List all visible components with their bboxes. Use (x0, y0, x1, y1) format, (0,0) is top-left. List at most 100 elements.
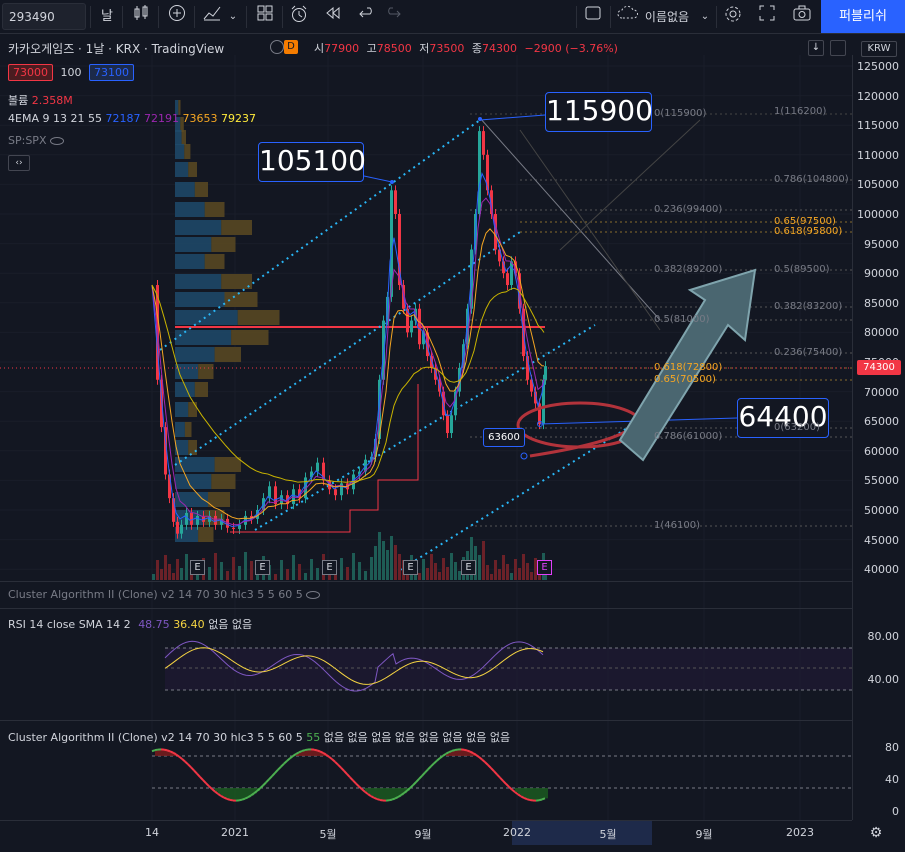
market-status-icon (270, 40, 284, 54)
time-tick-label: 2021 (221, 826, 249, 839)
peak-callout-2[interactable]: 115900 (545, 92, 653, 132)
candles-icon[interactable] (130, 4, 152, 30)
earnings-marker[interactable]: E (461, 560, 476, 575)
rsi-tick-label: 80.00 (867, 630, 900, 643)
anchor-dot (478, 117, 482, 121)
cluster-line-segment (427, 765, 432, 771)
bid-badge[interactable]: 73000 (8, 64, 53, 81)
hide-eye-icon[interactable] (49, 137, 64, 145)
cluster-oversold-fill (530, 788, 533, 801)
volume-profile-bar (188, 162, 197, 177)
pane-divider[interactable] (0, 608, 905, 609)
layouts-icon[interactable] (254, 4, 276, 30)
settings-gear-icon[interactable] (722, 4, 744, 30)
price-tick-label: 100000 (857, 208, 899, 221)
chevron-down-icon[interactable]: ⌄ (226, 4, 240, 30)
volume-bar (244, 552, 247, 580)
volume-bar (502, 555, 505, 580)
cloud-icon[interactable] (616, 4, 640, 30)
axis-settings-gear-icon[interactable]: ⚙ (866, 823, 886, 843)
cluster-oversold-fill (389, 788, 392, 801)
volume-profile-bar (221, 220, 252, 235)
cluster-line-segment (286, 757, 291, 762)
volume-profile-bar (175, 364, 199, 379)
cluster-line-segment (238, 798, 243, 802)
volume-bar (486, 565, 489, 580)
indicators-icon[interactable] (200, 4, 224, 30)
camera-icon[interactable] (790, 4, 814, 30)
symbol-title: 카카오게임즈 · 1날 · KRX · TradingView (8, 42, 225, 56)
collapse-legend-icon[interactable]: ‹› (8, 155, 30, 171)
redo-icon[interactable] (382, 4, 404, 30)
earnings-marker[interactable]: E (190, 560, 205, 575)
add-indicator-icon[interactable] (166, 4, 188, 30)
candle-body (418, 308, 421, 345)
volume-bar (208, 567, 211, 580)
pane-divider[interactable] (0, 581, 905, 582)
ohlc-values: 시77900 고78500 저73500 종74300 −2900 (−3.76… (314, 40, 622, 56)
cluster-oversold-fill (239, 788, 242, 801)
chart-name-button[interactable]: 이름없음 (640, 4, 694, 30)
pane-divider[interactable] (0, 720, 905, 721)
volume-bar (382, 541, 385, 580)
time-axis[interactable]: 14 2021 5월 9월 2022 5월 9월 2023 (0, 820, 852, 845)
cluster-line-segment (217, 793, 222, 797)
alert-icon[interactable] (288, 4, 310, 30)
hide-eye-icon[interactable] (306, 591, 321, 599)
peak-callout-1[interactable]: 105100 (258, 142, 366, 182)
candle-body (176, 521, 179, 534)
cluster-line-segment (265, 778, 270, 784)
toolbar-divider (610, 6, 611, 28)
fib-level-label: 0.618(95800) (774, 226, 843, 237)
earnings-marker-upcoming[interactable]: E (537, 560, 552, 575)
earnings-marker[interactable]: E (403, 560, 418, 575)
volume-bar (506, 564, 509, 580)
cluster-oversold-fill (377, 788, 380, 800)
volume-profile-bar (221, 274, 252, 289)
cluster-line-segment (469, 750, 474, 754)
ask-badge[interactable]: 73100 (89, 64, 134, 81)
toolbar-divider (282, 6, 283, 28)
cluster-oversold-fill (233, 788, 236, 801)
candle-body (482, 131, 485, 155)
cluster-line-segment (199, 776, 204, 781)
symbol-search-input[interactable]: 293490 (2, 3, 86, 30)
toolbar-divider (716, 6, 717, 28)
volume-bar (152, 574, 155, 580)
interval-button[interactable]: 날 (98, 4, 116, 30)
volume-bar (442, 558, 445, 580)
arrow-down-icon[interactable]: ↓ (808, 40, 824, 56)
earnings-marker[interactable]: E (322, 560, 337, 575)
volume-profile-bar (175, 274, 222, 289)
volume-bar (430, 554, 433, 580)
cluster-line-segment (304, 748, 309, 752)
volume-bar (156, 560, 159, 580)
cluster-line-segment (373, 796, 378, 800)
expand-icon[interactable] (756, 4, 778, 30)
low-callout-small[interactable]: 63600 (483, 428, 525, 447)
cluster-line-segment (226, 797, 231, 801)
volume-bar (168, 564, 171, 580)
volume-bar (374, 546, 377, 580)
volume-bar (346, 567, 349, 580)
price-axis[interactable]: KRW 125000 120000 115000 110000 105000 100000… (852, 41, 905, 820)
cluster-line-segment (442, 752, 447, 757)
price-chart[interactable] (0, 34, 852, 820)
fullscreen-square-icon[interactable] (582, 4, 604, 30)
replay-icon[interactable] (322, 4, 344, 30)
volume-bar (398, 554, 401, 580)
maximize-pane-icon[interactable] (830, 40, 846, 56)
cluster-line-segment (274, 769, 279, 774)
volume-profile-bar (175, 182, 195, 197)
cluster-tick-label: 0 (892, 805, 899, 818)
volume-bar (490, 574, 493, 580)
currency-selector[interactable]: KRW (861, 41, 897, 57)
volume-bar (185, 554, 188, 580)
fib-level-label: 1(116200) (774, 106, 827, 117)
undo-icon[interactable] (356, 4, 378, 30)
publish-button[interactable]: 퍼블리쉬 (821, 0, 905, 33)
chevron-down-icon[interactable]: ⌄ (698, 4, 712, 30)
volume-profile-bar (175, 202, 205, 217)
earnings-marker[interactable]: E (255, 560, 270, 575)
volume-bar (238, 566, 241, 580)
